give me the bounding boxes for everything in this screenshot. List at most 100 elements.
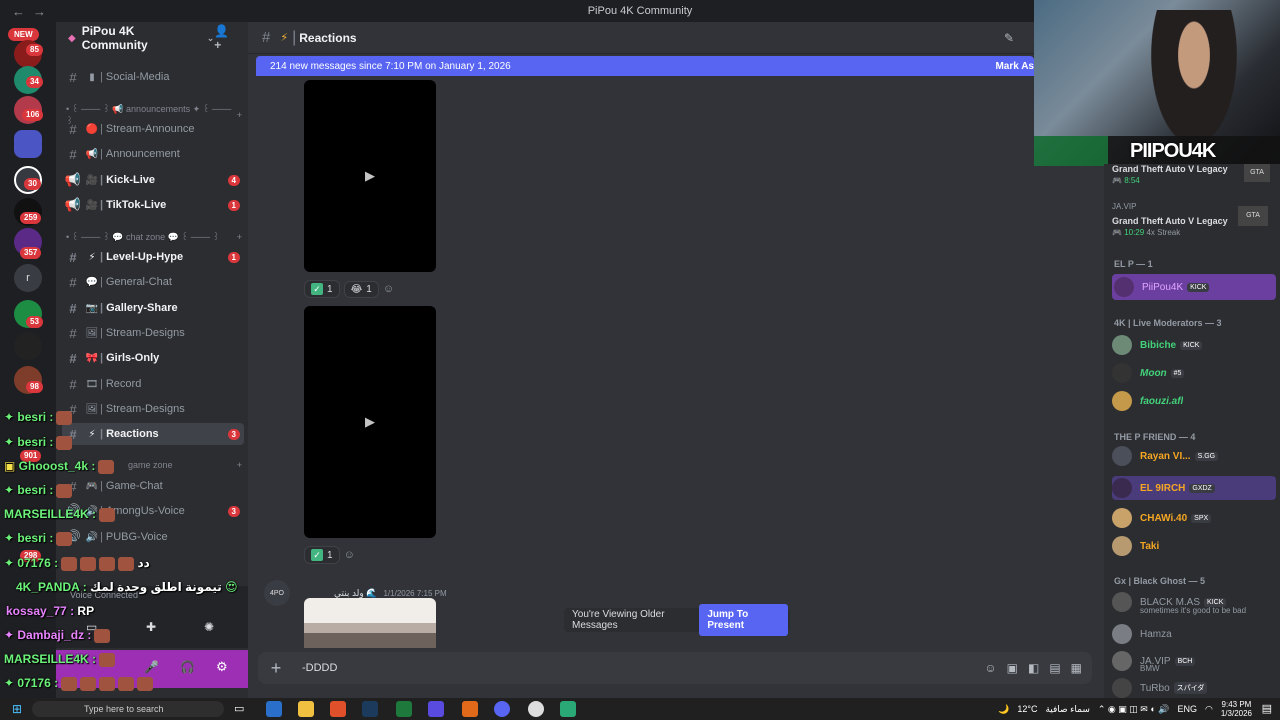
activity-title: Grand Theft Auto V Legacy [1112,164,1228,174]
app-icon[interactable] [560,701,576,717]
stream-chat-line: ✦ Dambaji_dz : [4,628,111,643]
channel-label: Kick-Live [106,174,155,186]
avatar [1112,651,1132,671]
avatar [1112,536,1132,556]
wifi-icon[interactable]: ◠ [1205,704,1213,715]
server-icon[interactable] [14,332,42,360]
activity-time: 🎮 8:54 [1112,176,1140,185]
avatar [1112,446,1132,466]
channel-gallery-share[interactable]: # 📷 | Gallery-Share [62,297,244,319]
mention-badge: 3 [227,428,240,440]
channel-reactions[interactable]: # ⚡ | Reactions 3 [62,423,244,445]
message-input[interactable]: -DDDD [302,662,337,674]
mute-mic-icon[interactable]: 🎤 [144,660,159,674]
reaction-laugh[interactable]: 😂 1 [343,280,379,298]
video-attachment[interactable]: ▶ [304,80,436,272]
member-row[interactable]: Rayan VI... S.GG [1112,446,1276,466]
channel-game-chat[interactable]: # 🎮 | Game-Chat [62,475,244,497]
add-channel-icon[interactable]: + [237,460,242,470]
member-row[interactable]: CHAWi.40 SPX [1112,508,1276,528]
activity-icon[interactable]: ✚ [146,620,156,634]
member-row[interactable]: Bibiche KICK [1112,335,1276,355]
server-letter-icon[interactable]: r [14,264,42,292]
channel-stream-announce[interactable]: # 🔴 | Stream-Announce [62,118,244,140]
discord-icon[interactable] [494,701,510,717]
avatar[interactable]: 4PO [264,580,290,606]
channel-general-chat[interactable]: # 💬 | General-Chat [62,271,244,293]
folder-icon[interactable] [14,130,42,158]
folder-icon[interactable] [298,701,314,717]
category-game-zone[interactable]: game zone + [128,460,242,470]
member-row[interactable]: faouzi.afl [1112,391,1276,411]
hash-icon: # [69,146,77,162]
file-explorer-icon[interactable] [266,701,282,717]
reaction-check[interactable]: ✓ 1 [304,546,340,564]
image-attachment[interactable] [304,598,436,648]
mark-as-read-button[interactable]: Mark As [995,61,1034,72]
add-attachment-icon[interactable]: + [258,658,294,679]
channel-announcement[interactable]: # 📢 | Announcement [62,143,244,165]
channel-kick-live[interactable]: 📢 🎥 | Kick-Live 4 [62,169,244,191]
add-reaction-icon[interactable]: ☺ [383,283,394,295]
mention-badge: 1 [227,199,240,211]
emoji-icon[interactable]: ☺ [984,661,996,675]
unread-badge: 98 [26,381,43,393]
activity-time: 🎮 10:29 4x Streak [1112,228,1181,237]
announcement-icon: 📢 [64,172,82,187]
member-row[interactable]: JA.VIP BCH [1112,651,1276,671]
channel-pubg-voice[interactable]: 🔊 🔊 | PUBG-Voice [62,526,244,548]
member-row[interactable]: PiiPou4K KICK [1112,274,1276,300]
system-tray: 🌙 12°C سماء صافية ⌃ ◉ ▣ ◫ ✉ ◐ 🔊 ENG ◠ 9:… [998,700,1252,718]
gif-icon[interactable]: ▣ [1007,661,1018,675]
play-icon[interactable]: ▶ [365,414,375,430]
channel-label: Record [105,378,142,390]
new-pill[interactable]: NEW [8,28,39,41]
message-author[interactable]: ولد بنتي 🌊 [334,588,377,599]
channel-record[interactable]: # 🎞 | Record [62,373,244,395]
clock[interactable]: 9:43 PM 1/3/2026 [1221,700,1252,718]
member-row[interactable]: TuRbo スパイダ [1112,678,1276,698]
steam-icon[interactable] [362,701,378,717]
reaction-check[interactable]: ✓ 1 [304,280,340,298]
channel-girls-only[interactable]: # 🎀 | Girls-Only [62,347,244,369]
video-attachment[interactable]: ▶ [304,306,436,538]
language-indicator[interactable]: ENG [1177,704,1197,714]
headset-icon[interactable]: 🎧 [180,660,195,674]
excel-icon[interactable] [396,701,412,717]
apps-icon[interactable]: ▦ [1071,661,1082,675]
channel-stream-designs[interactable]: # 🖼 | Stream-Designs [62,322,244,344]
add-channel-icon[interactable]: + [237,232,242,242]
app-icon[interactable] [428,701,444,717]
composer-icons: ☺ ▣ ◧ ▤ ▦ [984,661,1082,675]
channel-stream-designs-2[interactable]: # 🖼 | Stream-Designs [62,398,244,420]
app-icon[interactable] [462,701,478,717]
new-messages-bar[interactable]: 214 new messages since 7:10 PM on Januar… [256,56,1034,76]
member-row[interactable]: EL 9IRCH GXDZ [1112,476,1276,500]
gear-icon[interactable]: ⚙ [216,659,228,675]
image-icon[interactable]: ▤ [1049,661,1060,675]
channel-level-up-hype[interactable]: # ⚡ | Level-Up-Hype 1 [62,246,244,268]
threads-icon[interactable]: ✎ [1004,31,1014,45]
soundboard-icon[interactable]: ✺ [204,620,214,634]
sticker-icon[interactable]: ◧ [1028,661,1039,675]
member-row[interactable]: Moon #5 [1112,363,1276,383]
taskbar-search[interactable]: Type here to search [32,701,224,717]
member-row[interactable]: Hamza [1112,624,1276,644]
server-header[interactable]: ◆ PiPou 4K Community ⌄ 👤+ [56,22,248,54]
member-row[interactable]: Taki [1112,536,1276,556]
channel-social-media[interactable]: # ▮ | Social-Media [62,66,244,88]
tray-icons[interactable]: ⌃ ◉ ▣ ◫ ✉ ◐ 🔊 [1098,704,1170,715]
obs-icon[interactable] [528,701,544,717]
play-icon[interactable]: ▶ [365,168,375,184]
brave-browser-icon[interactable] [330,701,346,717]
category-chat-zone[interactable]: • ꒰ ─── ꒱ 💬 chat zone 💬 ꒰ ─── ꒱ + [66,231,242,243]
message-area: 214 new messages since 7:10 PM on Januar… [248,54,1104,698]
notification-icon[interactable]: ▤ [1262,702,1272,715]
windows-start-icon[interactable]: ⊞ [12,702,22,716]
jump-to-present-button[interactable]: Jump To Present [699,604,788,636]
check-icon: ✓ [311,283,323,295]
channel-tiktok-live[interactable]: 📢 🎥 | TikTok-Live 1 [62,194,244,216]
invite-people-icon[interactable]: 👤+ [214,24,236,52]
add-reaction-icon[interactable]: ☺ [344,549,355,561]
task-view-icon[interactable]: ▭ [234,702,244,715]
